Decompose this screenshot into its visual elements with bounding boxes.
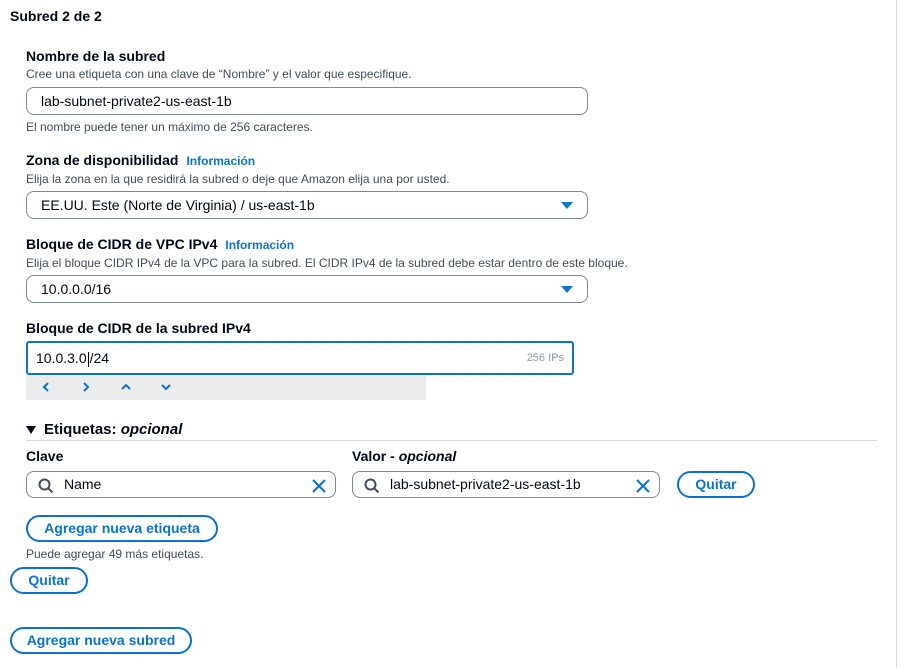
tag-key-label: Clave <box>26 448 64 464</box>
caret-down-icon <box>561 286 573 293</box>
chevron-up-icon[interactable] <box>118 378 134 396</box>
az-label: Zona de disponibilidad <box>26 152 179 168</box>
section-title: Subred 2 de 2 <box>10 8 102 24</box>
tag-value-label-optional: opcional <box>398 448 457 464</box>
subnet-cidr-input[interactable]: 10.0.3.0/24 256 IPs <box>26 341 574 375</box>
tags-heading-optional: opcional <box>120 421 183 438</box>
caret-down-icon <box>561 202 573 209</box>
tag-value-label-row: Valor - opcional <box>352 448 456 464</box>
vpc-cidr-select[interactable]: 10.0.0.0/16 <box>26 275 588 303</box>
tags-divider <box>26 440 877 441</box>
tag-key-input[interactable]: Name <box>26 471 336 498</box>
az-info-link[interactable]: Información <box>186 154 255 168</box>
vpc-cidr-label: Bloque de CIDR de VPC IPv4 <box>26 236 218 252</box>
vpc-cidr-info-link[interactable]: Información <box>225 238 294 252</box>
tags-heading: Etiquetas: <box>44 421 117 438</box>
clear-icon[interactable] <box>311 477 327 502</box>
az-select-value: EE.UU. Este (Norte de Virginia) / us-eas… <box>41 197 315 213</box>
vpc-cidr-description: Elija el bloque CIDR IPv4 de la VPC para… <box>26 256 628 270</box>
vpc-cidr-label-row: Bloque de CIDR de VPC IPv4 Información <box>26 236 294 252</box>
subnet-name-label: Nombre de la subred <box>26 48 166 64</box>
subnet-name-description: Cree una etiqueta con una clave de “Nomb… <box>26 67 412 81</box>
text-cursor <box>87 351 89 367</box>
chevron-left-icon[interactable] <box>38 378 54 396</box>
remove-subnet-button[interactable]: Quitar <box>10 567 88 594</box>
subnet-name-input[interactable]: lab-subnet-private2-us-east-1b <box>26 87 588 115</box>
subnet-cidr-value-end: /24 <box>89 350 110 366</box>
subnet-cidr-label: Bloque de CIDR de la subred IPv4 <box>26 320 251 336</box>
subnet-name-hint: El nombre puede tener un máximo de 256 c… <box>26 120 313 134</box>
tag-key-value: Name <box>64 476 102 492</box>
caret-down-icon <box>26 426 36 435</box>
chevron-right-icon[interactable] <box>78 378 94 396</box>
search-icon <box>38 477 54 502</box>
vpc-cidr-select-value: 10.0.0.0/16 <box>41 281 112 297</box>
tag-value-input[interactable]: lab-subnet-private2-us-east-1b <box>352 471 660 498</box>
remove-tag-button[interactable]: Quitar <box>677 471 755 498</box>
cidr-stepper <box>26 375 426 400</box>
add-tag-button[interactable]: Agregar nueva etiqueta <box>26 515 218 542</box>
add-subnet-button[interactable]: Agregar nueva subred <box>10 627 192 654</box>
subnet-cidr-value-start: 10.0.3.0 <box>36 350 87 366</box>
tags-toggle[interactable]: Etiquetas: opcional <box>26 421 182 438</box>
az-select[interactable]: EE.UU. Este (Norte de Virginia) / us-eas… <box>26 191 588 219</box>
ip-count: 256 IPs <box>526 352 564 364</box>
panel-border <box>896 0 897 668</box>
search-icon <box>364 477 380 502</box>
az-label-row: Zona de disponibilidad Información <box>26 152 255 168</box>
chevron-down-icon[interactable] <box>158 378 174 396</box>
tags-hint: Puede agregar 49 más etiquetas. <box>26 547 204 561</box>
tag-value-value: lab-subnet-private2-us-east-1b <box>390 476 581 492</box>
tag-value-label: Valor - <box>352 448 395 464</box>
clear-icon[interactable] <box>635 477 651 502</box>
az-description: Elija la zona en la que residirá la subr… <box>26 172 450 186</box>
